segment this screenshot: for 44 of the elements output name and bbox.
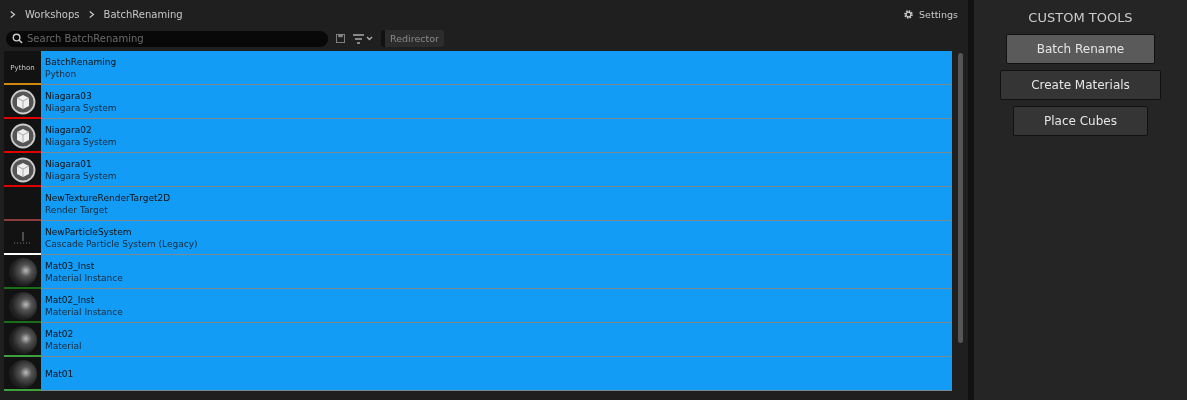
search-icon [12, 33, 23, 44]
asset-row[interactable]: Mat01 [4, 357, 952, 391]
asset-name: Mat02 [45, 328, 75, 339]
asset-type: Niagara System [45, 102, 117, 113]
asset-type: Cascade Particle System (Legacy) [45, 238, 198, 249]
asset-type: Niagara System [45, 170, 117, 181]
asset-type: Material Instance [45, 272, 123, 283]
asset-name: NewTextureRenderTarget2D [45, 192, 171, 203]
asset-row[interactable]: Mat03_Inst Material Instance [4, 255, 952, 289]
search-field[interactable]: Search BatchRenaming [6, 30, 328, 47]
asset-name: BatchRenaming [45, 56, 117, 67]
breadcrumb-item[interactable]: BatchRenaming [103, 8, 183, 20]
breadcrumb-item[interactable]: Workshops [25, 8, 80, 20]
filter-chip[interactable]: Redirector [381, 30, 444, 47]
chevron-right-icon [88, 9, 95, 19]
asset-type: Material [45, 340, 82, 351]
save-icon[interactable] [336, 34, 345, 43]
chevron-right-icon [10, 9, 16, 19]
tool-button[interactable]: Place Cubes [1013, 106, 1148, 136]
tool-button[interactable]: Batch Rename [1005, 34, 1156, 64]
asset-type: Niagara System [45, 136, 117, 147]
asset-type: Material Instance [45, 306, 123, 317]
asset-row[interactable]: NewTextureRenderTarget2D Render Target [4, 187, 952, 221]
asset-name: Niagara01 [45, 158, 93, 169]
asset-name: Mat03_Inst [45, 260, 96, 271]
asset-row[interactable]: Niagara03 Niagara System [4, 85, 952, 119]
asset-name: Niagara02 [45, 124, 93, 135]
asset-row[interactable]: NewParticleSystem Cascade Particle System (Legacy) [4, 221, 952, 255]
asset-name: NewParticleSystem [45, 226, 133, 237]
asset-type: Python [45, 68, 78, 79]
scrollbar-thumb[interactable] [957, 53, 963, 343]
panel-title: CUSTOM TOOLS [1028, 10, 1133, 25]
filter-icon[interactable] [353, 33, 373, 44]
asset-row[interactable]: Niagara02 Niagara System [4, 119, 952, 153]
asset-name: Niagara03 [45, 90, 93, 101]
asset-row[interactable]: Mat02_Inst Material Instance [4, 289, 952, 323]
tool-button[interactable]: Create Materials [1000, 70, 1161, 100]
asset-name: Mat01 [45, 368, 74, 379]
asset-row[interactable]: Mat02 Material [4, 323, 952, 357]
asset-row[interactable]: Niagara01 Niagara System [4, 153, 952, 187]
asset-type: Render Target [45, 204, 109, 215]
settings-button[interactable]: Settings [903, 8, 958, 20]
asset-name: Mat02_Inst [45, 294, 96, 305]
gear-icon [903, 8, 915, 20]
